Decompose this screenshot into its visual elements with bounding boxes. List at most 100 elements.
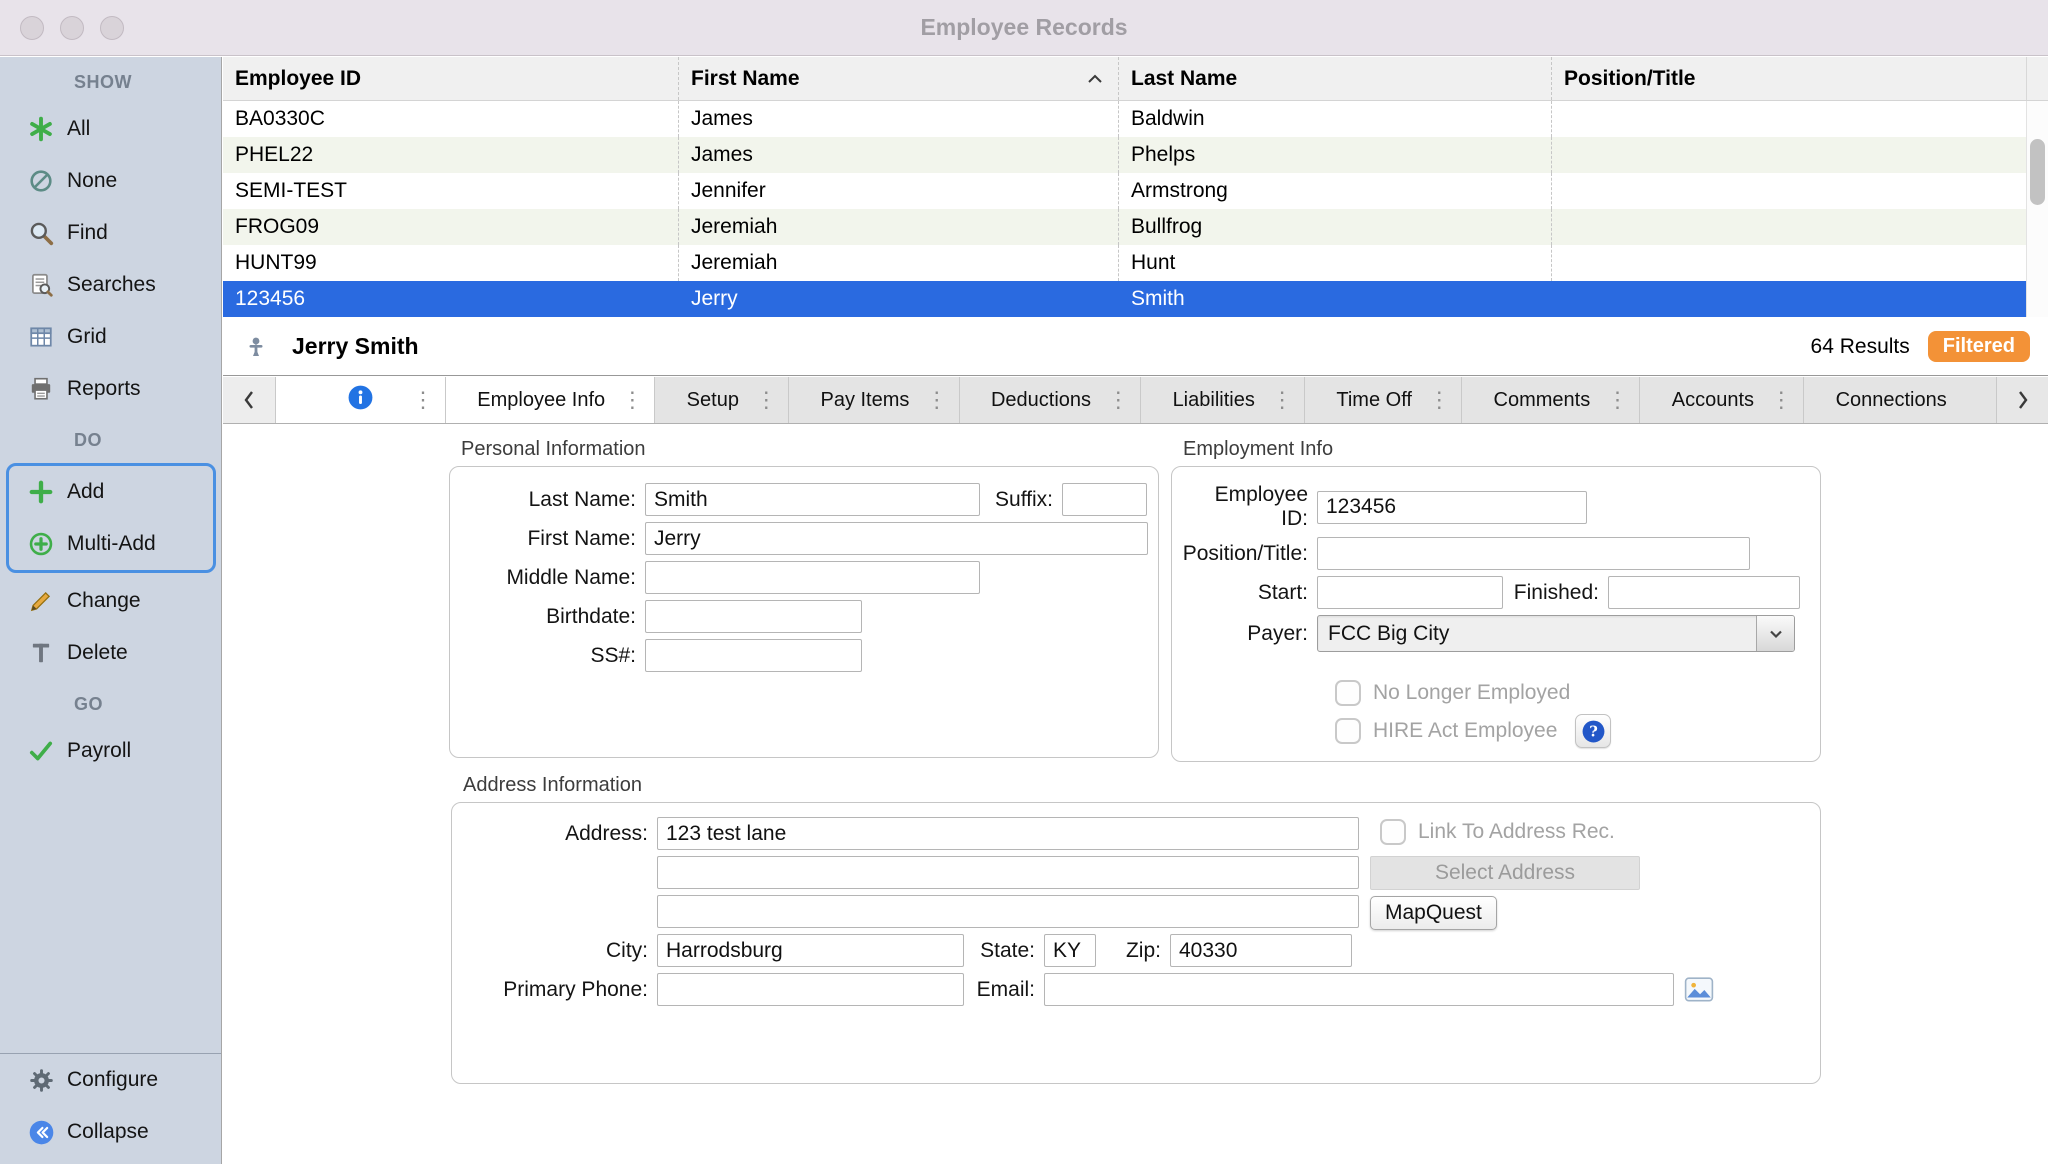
tab-label: Setup bbox=[687, 389, 739, 412]
start-date-input[interactable] bbox=[1317, 576, 1503, 609]
sidebar-item-configure[interactable]: Configure bbox=[0, 1054, 221, 1106]
tab-menu-dots[interactable]: ⋮ bbox=[755, 389, 777, 411]
column-header-first-name[interactable]: First Name bbox=[679, 57, 1119, 100]
tab-deductions[interactable]: Deductions⋮ bbox=[959, 377, 1141, 423]
middle-name-input[interactable] bbox=[645, 561, 980, 594]
email-input[interactable] bbox=[1044, 973, 1674, 1006]
tab-menu-dots[interactable]: ⋮ bbox=[1271, 389, 1293, 411]
table-row[interactable]: SEMI-TEST Jennifer Armstrong bbox=[223, 173, 2048, 209]
tab-menu-dots[interactable]: ⋮ bbox=[412, 389, 434, 411]
tab-menu-dots[interactable]: ⋮ bbox=[1428, 389, 1450, 411]
payer-selected-value: FCC Big City bbox=[1318, 622, 1756, 646]
sidebar-item-none[interactable]: None bbox=[0, 155, 221, 207]
table-scrollbar[interactable] bbox=[2026, 101, 2048, 317]
results-count: 64 Results bbox=[1811, 335, 1910, 359]
hire-act-employee-checkbox[interactable] bbox=[1335, 718, 1361, 744]
cell-first-name: Jeremiah bbox=[679, 209, 1119, 245]
column-header-last-name[interactable]: Last Name bbox=[1119, 57, 1552, 100]
sidebar-item-label: Payroll bbox=[67, 739, 131, 763]
column-header-employee-id[interactable]: Employee ID bbox=[223, 57, 679, 100]
ss-number-input[interactable] bbox=[645, 639, 862, 672]
city-input[interactable] bbox=[657, 934, 964, 967]
tab-menu-dots[interactable]: ⋮ bbox=[1606, 389, 1628, 411]
sidebar-item-change[interactable]: Change bbox=[0, 575, 221, 627]
middle-name-label: Middle Name: bbox=[460, 566, 645, 590]
scrollbar-thumb[interactable] bbox=[2030, 139, 2045, 205]
circled-plus-icon bbox=[26, 530, 56, 558]
tab-connections[interactable]: Connections bbox=[1803, 377, 1996, 423]
sidebar-item-label: Grid bbox=[67, 325, 107, 349]
tab-time-off[interactable]: Time Off⋮ bbox=[1304, 377, 1461, 423]
email-compose-icon[interactable] bbox=[1684, 976, 1714, 1004]
tab-menu-dots[interactable]: ⋮ bbox=[1107, 389, 1129, 411]
table-row[interactable]: PHEL22 James Phelps bbox=[223, 137, 2048, 173]
grid-icon bbox=[26, 323, 56, 351]
address-line3-input[interactable] bbox=[657, 895, 1359, 928]
sidebar-item-add[interactable]: Add bbox=[9, 466, 213, 518]
sidebar-item-label: Add bbox=[67, 480, 104, 504]
tab-setup[interactable]: Setup ⋮ bbox=[654, 377, 788, 423]
sidebar-item-all[interactable]: All bbox=[0, 103, 221, 155]
tab-comments[interactable]: Comments⋮ bbox=[1461, 377, 1639, 423]
cell-position bbox=[1552, 137, 2048, 173]
sidebar-item-grid[interactable]: Grid bbox=[0, 311, 221, 363]
hire-act-help-button[interactable]: ? bbox=[1575, 714, 1611, 748]
no-longer-employed-checkbox[interactable] bbox=[1335, 680, 1361, 706]
cell-last-name: Hunt bbox=[1119, 245, 1552, 281]
sidebar-item-delete[interactable]: Delete bbox=[0, 627, 221, 679]
sidebar-item-label: Reports bbox=[67, 377, 141, 401]
column-header-position[interactable]: Position/Title bbox=[1552, 57, 2026, 100]
employee-id-input[interactable] bbox=[1317, 491, 1587, 524]
tabs-scroll-left-button[interactable] bbox=[223, 377, 275, 423]
personal-information-group: Personal Information Last Name: Suffix: … bbox=[449, 438, 1159, 758]
first-name-input[interactable] bbox=[645, 522, 1148, 555]
finished-label: Finished: bbox=[1503, 581, 1608, 605]
sidebar-item-searches[interactable]: Searches bbox=[0, 259, 221, 311]
payer-select[interactable]: FCC Big City bbox=[1317, 615, 1795, 652]
first-name-label: First Name: bbox=[460, 527, 645, 551]
sidebar-item-reports[interactable]: Reports bbox=[0, 363, 221, 415]
tab-employee-info[interactable]: Employee Info⋮ bbox=[445, 377, 654, 423]
tabs-scroll-right-button[interactable] bbox=[1996, 377, 2048, 423]
cell-employee-id: SEMI-TEST bbox=[223, 173, 679, 209]
printer-report-icon bbox=[26, 375, 56, 403]
sidebar-item-collapse[interactable]: Collapse bbox=[0, 1106, 221, 1158]
table-row[interactable]: FROG09 Jeremiah Bullfrog bbox=[223, 209, 2048, 245]
primary-phone-input[interactable] bbox=[657, 973, 964, 1006]
group-box: Last Name: Suffix: First Name: Middle Na… bbox=[449, 466, 1159, 758]
city-label: City: bbox=[452, 939, 657, 963]
address-line1-input[interactable] bbox=[657, 817, 1359, 850]
address-line2-input[interactable] bbox=[657, 856, 1359, 889]
last-name-input[interactable] bbox=[645, 483, 980, 516]
tab-menu-dots[interactable]: ⋮ bbox=[926, 389, 948, 411]
payer-dropdown-button[interactable] bbox=[1756, 616, 1794, 651]
tab-menu-dots[interactable]: ⋮ bbox=[621, 389, 643, 411]
table-row[interactable]: BA0330C James Baldwin bbox=[223, 101, 2048, 137]
table-row[interactable]: HUNT99 Jeremiah Hunt bbox=[223, 245, 2048, 281]
suffix-input[interactable] bbox=[1062, 483, 1147, 516]
info-icon bbox=[347, 384, 374, 416]
cell-position bbox=[1552, 281, 2048, 317]
sidebar-item-find[interactable]: Find bbox=[0, 207, 221, 259]
finished-date-input[interactable] bbox=[1608, 576, 1800, 609]
position-title-input[interactable] bbox=[1317, 537, 1750, 570]
tab-accounts[interactable]: Accounts⋮ bbox=[1639, 377, 1803, 423]
state-input[interactable] bbox=[1044, 934, 1096, 967]
link-to-address-checkbox[interactable] bbox=[1380, 819, 1406, 845]
select-address-button[interactable]: Select Address bbox=[1370, 856, 1640, 890]
filtered-badge[interactable]: Filtered bbox=[1928, 331, 2030, 362]
sidebar-item-multi-add[interactable]: Multi-Add bbox=[9, 518, 213, 570]
mapquest-button[interactable]: MapQuest bbox=[1370, 896, 1497, 930]
sidebar-item-payroll[interactable]: Payroll bbox=[0, 725, 221, 777]
sidebar-item-label: All bbox=[67, 117, 90, 141]
start-label: Start: bbox=[1182, 581, 1317, 605]
tab-liabilities[interactable]: Liabilities⋮ bbox=[1140, 377, 1304, 423]
tab-menu-dots[interactable]: ⋮ bbox=[1770, 389, 1792, 411]
table-row-selected[interactable]: 123456 Jerry Smith bbox=[223, 281, 2048, 317]
primary-phone-label: Primary Phone: bbox=[452, 978, 657, 1002]
tab-pay-items[interactable]: Pay Items⋮ bbox=[788, 377, 958, 423]
zip-input[interactable] bbox=[1170, 934, 1352, 967]
circle-slash-icon bbox=[26, 167, 56, 195]
birthdate-input[interactable] bbox=[645, 600, 862, 633]
tab-record-info[interactable]: ⋮ bbox=[275, 377, 445, 423]
